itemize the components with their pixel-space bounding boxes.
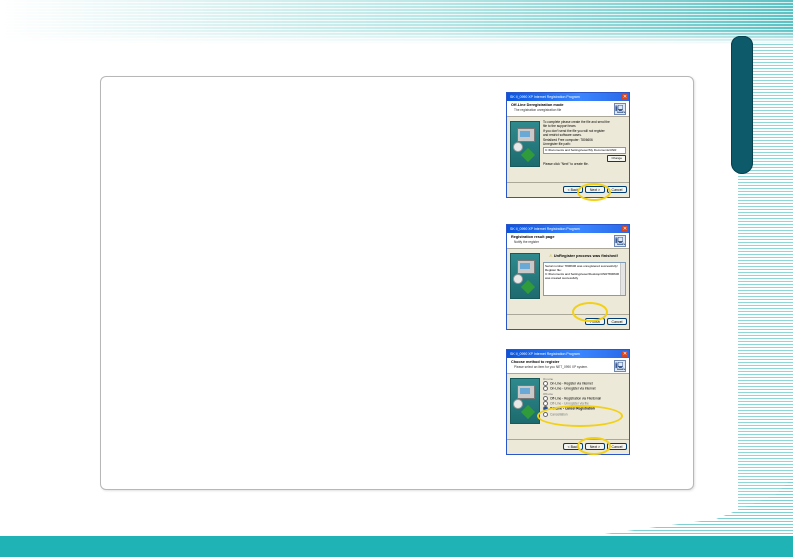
path-field[interactable]: C:\Documents and Settings\user\My Docume… [543, 147, 626, 155]
close-icon[interactable]: ✕ [622, 94, 628, 100]
wizard-illustration [510, 121, 540, 167]
dialog-body: ⚠ UnRegister process was finished! Seria… [507, 249, 629, 315]
dialog-registration-result: SK II_0990 XP Internet Registration Prog… [506, 224, 630, 330]
dialog-footer: Finish Cancel [507, 314, 629, 329]
result-log[interactable]: Serial number 7806606 was unregistered s… [543, 262, 626, 296]
log-line: was created successfully [545, 276, 579, 280]
result-message: UnRegister process was finished! [553, 253, 618, 258]
dialog-title-bar: SK II_0990 XP Internet Registration Prog… [507, 225, 629, 233]
dialog-text: To complete please create the file and s… [543, 120, 626, 183]
dialog-header: Choose method to register Please select … [507, 358, 629, 374]
dialog-text: ⚠ UnRegister process was finished! Seria… [543, 252, 626, 315]
close-icon[interactable]: ✕ [622, 351, 628, 357]
dialog-footer: < Back Next > Cancel [507, 439, 629, 454]
dialog-title: SK II_0990 XP Internet Registration Prog… [510, 95, 580, 99]
computer-icon: 🖳 [614, 103, 626, 115]
dialog-offline-deregistration: SK II_0990 XP Internet Registration Prog… [506, 92, 630, 198]
dialog-title-bar: SK II_0990 XP Internet Registration Prog… [507, 93, 629, 101]
radio-icon [543, 406, 548, 412]
radio-icon [543, 395, 548, 401]
computer-icon: 🖳 [614, 360, 626, 372]
footer-hint: Please click "Next" to create file. [543, 162, 589, 167]
cancel-button[interactable]: Cancel [607, 443, 627, 450]
bottom-bar [0, 536, 793, 557]
change-button[interactable]: Change [607, 155, 626, 163]
radio-icon [543, 401, 548, 407]
finish-button[interactable]: Finish [585, 318, 605, 325]
radio-icon [543, 411, 548, 417]
header-subtitle: The registration unregistration file [514, 108, 562, 112]
wizard-illustration [510, 253, 540, 299]
chapter-tab[interactable] [731, 36, 753, 174]
back-button[interactable]: < Back [563, 186, 583, 193]
info-icon: ⚠ [549, 253, 553, 258]
dialog-header: Off-Line Deregistration mode The registr… [507, 101, 629, 117]
top-decorative-band [0, 0, 793, 44]
dialog-choose-method: SK II_0990 XP Internet Registration Prog… [506, 349, 630, 455]
wizard-illustration [510, 378, 540, 424]
computer-icon: 🖳 [614, 235, 626, 247]
dialog-body: To complete please create the file and s… [507, 117, 629, 183]
dialog-title-bar: SK II_0990 XP Internet Registration Prog… [507, 350, 629, 358]
dialog-body: On-Line On-Line - Register via Internet … [507, 374, 629, 440]
dialog-title: SK II_0990 XP Internet Registration Prog… [510, 227, 580, 231]
dialog-title: SK II_0990 XP Internet Registration Prog… [510, 352, 580, 356]
back-button[interactable]: < Back [563, 443, 583, 450]
option-cancellation[interactable]: Cancellation [543, 411, 626, 417]
header-subtitle: Please select an item for you NET_0990 X… [514, 365, 588, 369]
cancel-button[interactable]: Cancel [607, 186, 627, 193]
cancel-button[interactable]: Cancel [607, 318, 627, 325]
path-label: Unregister file path: [543, 142, 571, 147]
dialog-header: Registration result page Notify the regi… [507, 233, 629, 249]
header-subtitle: Notify the register [514, 240, 539, 244]
log-scrollbar[interactable] [620, 263, 625, 295]
dialog-text: On-Line On-Line - Register via Internet … [543, 377, 626, 440]
close-icon[interactable]: ✕ [622, 226, 628, 232]
radio-icon [543, 386, 548, 392]
dialog-footer: < Back Next > Cancel [507, 182, 629, 197]
next-button[interactable]: Next > [585, 186, 605, 193]
next-button[interactable]: Next > [585, 443, 605, 450]
radio-icon [543, 381, 548, 386]
